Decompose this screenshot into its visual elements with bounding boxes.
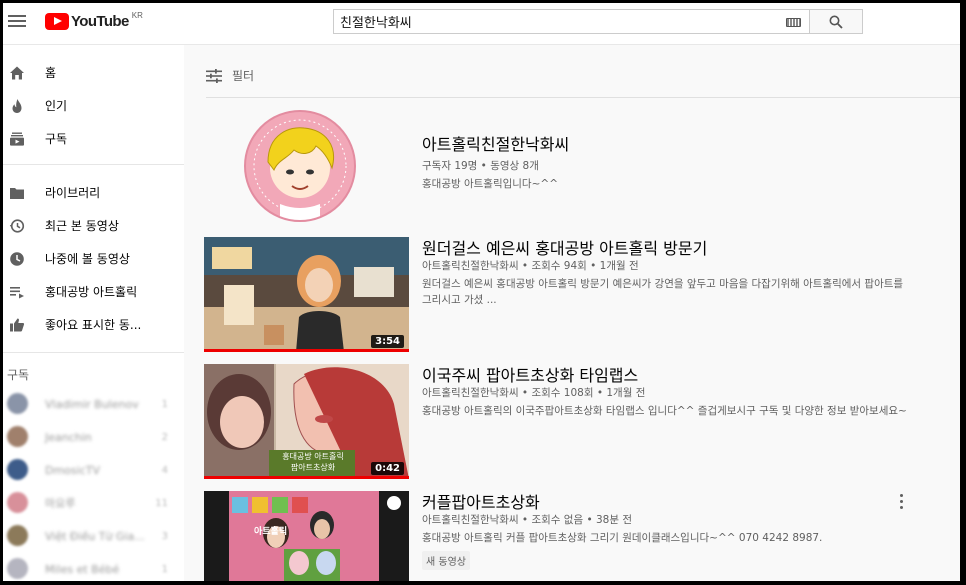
subscription-count: 1 (161, 398, 168, 410)
video-title[interactable]: 이국주씨 팝아트초상화 타임랩스 (422, 362, 638, 386)
filter-label: 필터 (232, 69, 255, 83)
clock-icon (10, 252, 24, 266)
home-icon (10, 66, 24, 80)
avatar (7, 459, 28, 480)
search-button[interactable] (809, 9, 863, 34)
video-description: 원더걸스 예은씨 홍대공방 아트홀릭 방문기 예은씨가 강연을 앞두고 마음을 … (422, 278, 904, 306)
sidebar-item-label: 좋아요 표시한 동... (45, 318, 142, 332)
youtube-play-icon (45, 13, 69, 30)
duration-badge: 0:42 (371, 462, 404, 475)
search-results: 필터 아트홀릭친절한낙화씨 구독자 19명 • 동영상 8개 홍대공방 아트홀릭… (184, 45, 960, 581)
subscription-name: Việt Điều Từ Gia... (45, 529, 145, 543)
video-meta: 아트홀릭친절한낙화씨 • 조회수 94회 • 1개월 전 (422, 260, 639, 272)
subscription-item[interactable]: Jeanchin 2 (3, 422, 184, 452)
youtube-logo[interactable]: YouTube KR (45, 11, 143, 30)
sidebar-divider (3, 164, 184, 165)
avatar (7, 558, 28, 579)
subscription-name: Jeanchin (45, 430, 92, 444)
subscription-item[interactable]: DmosicTV 4 (3, 455, 184, 485)
channel-description: 홍대공방 아트홀릭입니다~^^ (422, 178, 558, 190)
watch-later-icon[interactable] (386, 495, 402, 511)
logo-text: YouTube (71, 13, 129, 30)
watch-progress-bar (204, 349, 409, 352)
subscription-count: 1 (161, 563, 168, 575)
subscription-name: Vladimir Bulenov (45, 397, 139, 411)
sidebar-item-label: 구독 (45, 132, 68, 146)
subscription-item[interactable]: Việt Điều Từ Gia... 3 (3, 521, 184, 551)
subscriptions-heading: 구독 (7, 368, 30, 382)
channel-meta: 구독자 19명 • 동영상 8개 (422, 160, 539, 172)
thumbs-up-icon (10, 318, 25, 332)
thumbnail-image (204, 491, 409, 581)
subscription-item[interactable]: Vladimir Bulenov 1 (3, 389, 184, 419)
logo-region: KR (131, 11, 143, 20)
sidebar-item-label: 홍대공방 아트홀릭 (45, 285, 138, 299)
video-meta: 아트홀릭친절한낙화씨 • 조회수 없음 • 38분 전 (422, 514, 632, 526)
sidebar-divider (3, 352, 184, 353)
video-thumbnail[interactable]: 아트홀릭 (204, 491, 409, 581)
sidebar-item-watch-later[interactable]: 나중에 볼 동영상 (3, 242, 184, 275)
search-box (333, 9, 809, 34)
sidebar-item-library[interactable]: 라이브러리 (3, 176, 184, 209)
menu-icon[interactable] (8, 13, 26, 31)
subscription-item[interactable]: Miles et Bébé 1 (3, 554, 184, 581)
folder-icon (10, 188, 24, 199)
avatar (7, 492, 28, 513)
video-thumbnail[interactable]: 홍대공방 아트홀릭 팝아트초상화 0:42 (204, 364, 409, 479)
subscription-name: Miles et Bébé (45, 562, 120, 576)
thumbnail-caption-line: 팝아트초상화 (290, 463, 336, 472)
sidebar-item-history[interactable]: 최근 본 동영상 (3, 209, 184, 242)
divider (206, 97, 960, 98)
thumbnail-caption: 아트홀릭 (254, 527, 288, 537)
sidebar-item-label: 나중에 볼 동영상 (45, 252, 130, 266)
video-description: 홍대공방 아트홀릭의 이국주팝아트초상화 타임랩스 입니다^^ 즐겁게보시구 구… (422, 405, 907, 417)
channel-name[interactable]: 아트홀릭친절한낙화씨 (422, 131, 569, 155)
filter-button[interactable]: 필터 (206, 67, 254, 84)
sidebar-item-trending[interactable]: 인기 (3, 89, 184, 122)
avatar (7, 426, 28, 447)
thumbnail-caption: 홍대공방 아트홀릭 팝아트초상화 (271, 451, 355, 473)
subscription-count: 3 (161, 530, 168, 542)
thumbnail-caption-line: 홍대공방 아트홀릭 (282, 452, 344, 461)
video-title[interactable]: 원더걸스 예은씨 홍대공방 아트홀릭 방문기 (422, 235, 707, 259)
youtube-window: YouTube KR 홈 인기 구독 (3, 3, 960, 581)
filter-icon (206, 68, 222, 83)
history-icon (9, 219, 25, 233)
flame-icon (12, 99, 22, 113)
sidebar-item-label: 홈 (45, 66, 57, 80)
subscription-name: DmosicTV (45, 463, 100, 477)
sidebar: 홈 인기 구독 라이브러리 최근 본 동영상 나중에 볼 동영상 홍대공방 아트… (3, 45, 184, 581)
sidebar-item-label: 라이브러리 (45, 186, 101, 200)
sidebar-item-subscriptions[interactable]: 구독 (3, 122, 184, 155)
subscription-name: 마요루 (45, 497, 76, 510)
subscriptions-icon (10, 132, 24, 146)
sidebar-item-home[interactable]: 홈 (3, 56, 184, 89)
search-bar (333, 9, 863, 34)
sidebar-item-label: 최근 본 동영상 (45, 219, 119, 233)
watch-progress-bar (204, 476, 409, 479)
sidebar-item-liked[interactable]: 좋아요 표시한 동... (3, 308, 184, 341)
video-title[interactable]: 커플팝아트초상화 (422, 489, 540, 513)
subscription-count: 4 (161, 464, 168, 476)
subscription-count: 2 (161, 431, 168, 443)
duration-badge: 3:54 (371, 335, 404, 348)
playlist-icon (10, 287, 24, 299)
sidebar-item-playlist[interactable]: 홍대공방 아트홀릭 (3, 275, 184, 308)
more-options-icon[interactable] (896, 494, 906, 512)
channel-avatar[interactable] (244, 110, 356, 222)
subscription-count: 11 (155, 497, 168, 509)
channel-logo-illustration (253, 119, 347, 220)
video-meta: 아트홀릭친절한낙화씨 • 조회수 108회 • 1개월 전 (422, 387, 646, 399)
subscription-item[interactable]: 마요루 11 (3, 488, 184, 518)
avatar (7, 393, 28, 414)
masthead: YouTube KR (3, 3, 960, 45)
video-description: 홍대공방 아트홀릭 커플 팝아트초상화 그리기 원데이클래스입니다~^^ 070… (422, 532, 823, 544)
keyboard-icon[interactable] (786, 18, 801, 27)
new-video-badge: 새 동영상 (422, 551, 470, 570)
search-input[interactable] (334, 10, 809, 33)
sidebar-item-label: 인기 (45, 99, 68, 113)
video-thumbnail[interactable]: 3:54 (204, 237, 409, 352)
search-icon (829, 15, 843, 29)
avatar (7, 525, 28, 546)
